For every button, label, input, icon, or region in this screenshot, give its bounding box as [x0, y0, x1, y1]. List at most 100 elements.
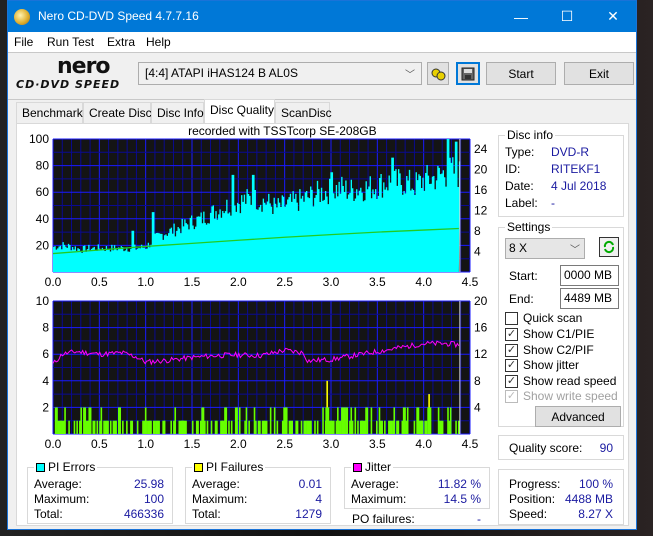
pi-errors-maximum-label: Maximum:	[34, 492, 90, 506]
position-value: 4488 MB	[564, 492, 613, 506]
pi-failure-bar	[170, 420, 173, 434]
pi-failure-bar	[449, 407, 452, 434]
show-c2-pif-label: Show C2/PIF	[523, 343, 594, 357]
pi-failure-bar	[406, 407, 409, 434]
pi-failure-bar	[357, 420, 359, 434]
pi-failure-bar	[366, 407, 369, 434]
pi-errors-chart: 0.0 0.5 1.0 1.5 2.0 2.5 3.0 3.5 4.0 4.5 20 40 60 80 10…	[29, 124, 488, 289]
speed-select-value: 8 X	[509, 241, 528, 255]
refresh-speed-button[interactable]	[599, 237, 619, 257]
close-button[interactable]: ✕	[590, 1, 636, 32]
pi-failure-bar	[325, 407, 329, 434]
show-write-speed-label: Show write speed	[523, 389, 618, 403]
pi-failure-bar	[289, 420, 293, 434]
pi-failure-bar	[206, 420, 209, 434]
quick-scan-label: Quick scan	[523, 311, 583, 325]
pi-errors-color-swatch	[36, 463, 45, 472]
title-bar[interactable]: Nero CD-DVD Speed 4.7.7.16 — ☐ ✕	[8, 1, 636, 32]
x-tick-label: 1.5	[184, 275, 201, 289]
tab-benchmark[interactable]: Benchmark	[16, 102, 83, 123]
pi-failure-bar	[370, 407, 373, 434]
x-tick-label: 3.5	[369, 437, 386, 451]
pi-failure-bar	[354, 407, 357, 434]
pi-failure-bar	[174, 407, 177, 434]
tab-disc-info[interactable]: Disc Info	[151, 102, 204, 123]
pi-failure-bar	[122, 420, 124, 434]
progress-group: Progress: 100 % Position: 4488 MB Speed:…	[498, 469, 624, 525]
end-input[interactable]: 4489 MB	[560, 288, 619, 309]
x-tick-label: 2.5	[276, 437, 293, 451]
save-button[interactable]	[456, 62, 480, 85]
show-jitter-label: Show jitter	[523, 358, 580, 372]
show-read-speed-checkbox[interactable]: ✓	[505, 375, 518, 388]
disc-info-title: Disc info	[505, 128, 556, 142]
speed-select[interactable]: 8 X ﹀	[505, 238, 585, 259]
quality-score-value: 90	[599, 441, 613, 455]
y2-tick-label: 4	[474, 245, 481, 259]
y2-tick-label: 4	[474, 400, 481, 414]
drive-config-button[interactable]	[427, 62, 449, 85]
pi-failure-bar	[202, 420, 206, 434]
pi-failure-bar	[210, 420, 213, 434]
show-c1-pie-checkbox[interactable]: ✓	[505, 328, 518, 341]
pi-failure-bar	[276, 420, 279, 434]
po-failures-value: -	[477, 512, 481, 526]
start-label: Start:	[509, 269, 538, 283]
menu-help[interactable]: Help	[146, 35, 171, 49]
pi-failure-bar	[345, 407, 349, 434]
jitter-color-swatch	[353, 463, 362, 472]
pi-errors-total-value: 466336	[123, 507, 164, 521]
tab-create-disc[interactable]: Create Disc	[83, 102, 152, 123]
pi-failure-bar	[73, 420, 76, 434]
quality-score-label: Quality score:	[509, 441, 583, 455]
menu-extra[interactable]: Extra	[107, 35, 135, 49]
show-jitter-checkbox[interactable]: ✓	[505, 359, 518, 372]
pi-failure-bar	[68, 420, 70, 434]
cd-dvd-speed-logo: CD·DVD SPEED	[16, 78, 121, 91]
y-tick-label: 6	[42, 347, 49, 361]
start-button[interactable]: Start	[486, 62, 556, 85]
advanced-button[interactable]: Advanced	[535, 406, 621, 427]
jitter-title: Jitter	[351, 460, 394, 474]
pi-failure-bar	[413, 420, 416, 434]
show-c2-pif-checkbox[interactable]: ✓	[505, 344, 518, 357]
pi-failures-group: PI Failures Average: 0.01 Maximum: 4 Tot…	[185, 460, 331, 524]
pi-failure-bar	[126, 420, 128, 434]
pi-failure-bar	[314, 420, 316, 434]
x-tick-label: 0.5	[91, 437, 108, 451]
pi-failure-bar	[85, 420, 89, 434]
pi-failure-bar	[264, 420, 268, 434]
menu-file[interactable]: File	[14, 35, 33, 49]
tab-disc-quality[interactable]: Disc Quality	[204, 99, 275, 124]
pi-failure-bar	[115, 420, 117, 434]
minimize-button[interactable]: —	[498, 1, 544, 32]
chart-title: recorded with TSSTcorp SE-208GB	[188, 124, 377, 138]
pi-failure-bar	[163, 420, 166, 434]
pi-failures-total-value: 1279	[295, 507, 322, 521]
pi-failures-title-text: PI Failures	[206, 460, 264, 474]
start-input[interactable]: 0000 MB	[560, 265, 619, 286]
exit-button[interactable]: Exit	[564, 62, 634, 85]
pi-failure-bar	[308, 420, 312, 434]
pi-failure-bar	[269, 407, 272, 434]
pi-failure-bar	[457, 420, 460, 434]
pi-failure-bar	[342, 407, 346, 434]
jitter-maximum-value: 14.5 %	[443, 492, 481, 506]
x-tick-label: 0.0	[45, 275, 62, 289]
quick-scan-checkbox[interactable]	[505, 312, 518, 325]
y-tick-label: 20	[36, 238, 50, 252]
menu-run-test[interactable]: Run Test	[47, 35, 94, 49]
tab-scandisc[interactable]: ScanDisc	[275, 102, 332, 123]
jitter-group: Jitter Average: 11.82 % Maximum: 14.5 %	[344, 460, 490, 509]
pi-failure-bar	[381, 420, 383, 434]
pi-errors-title: PI Errors	[34, 460, 98, 474]
pi-failure-bar	[197, 420, 199, 434]
x-tick-label: 3.0	[323, 275, 340, 289]
toolbar: nero CD·DVD SPEED [4:4] ATAPI iHAS124 B …	[8, 52, 636, 100]
drive-select[interactable]: [4:4] ATAPI iHAS124 B AL0S ﹀	[138, 62, 422, 85]
y2-tick-label: 8	[474, 374, 481, 388]
chevron-down-icon: ﹀	[405, 70, 415, 81]
disc-type-label: Type:	[505, 145, 535, 159]
disc-label-label: Label:	[505, 196, 538, 210]
maximize-button[interactable]: ☐	[544, 1, 590, 32]
